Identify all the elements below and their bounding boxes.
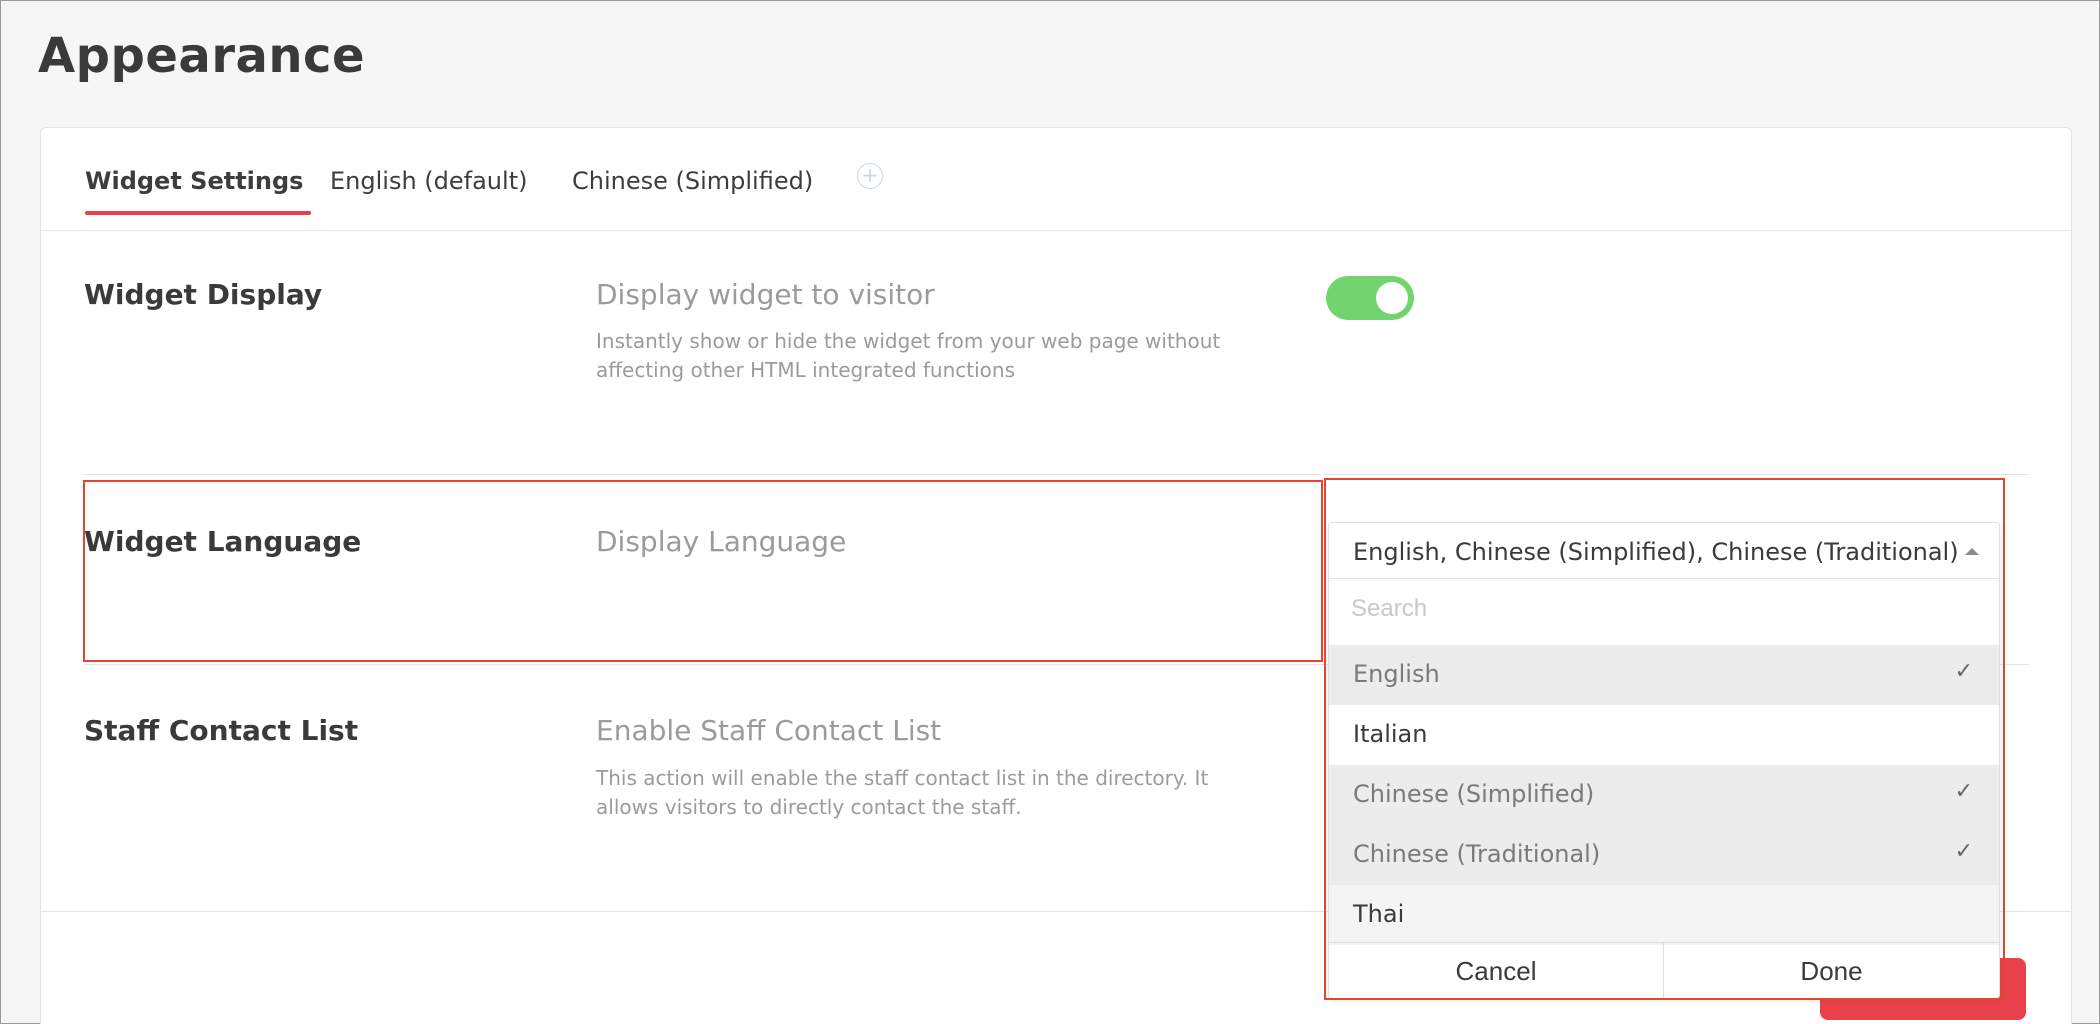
- tab-english-default[interactable]: English (default): [330, 167, 527, 195]
- tab-bar: Widget Settings English (default) Chines…: [41, 128, 2071, 231]
- tab-chinese-simplified[interactable]: Chinese (Simplified): [572, 167, 813, 195]
- widget-display-toggle[interactable]: [1326, 276, 1414, 320]
- highlight-box-language-row: [83, 480, 1323, 662]
- staff-contact-list-label: Staff Contact List: [84, 714, 359, 747]
- staff-contact-list-description: This action will enable the staff contac…: [596, 766, 1209, 819]
- highlight-box-dropdown: [1324, 478, 2005, 1000]
- widget-display-title: Display widget to visitor: [596, 278, 935, 311]
- page-title: Appearance: [38, 28, 366, 84]
- divider: [84, 474, 2029, 475]
- staff-contact-list-title: Enable Staff Contact List: [596, 714, 942, 747]
- widget-display-description: Instantly show or hide the widget from y…: [596, 329, 1221, 382]
- toggle-knob: [1376, 282, 1408, 314]
- active-tab-indicator: [85, 211, 311, 215]
- tab-widget-settings[interactable]: Widget Settings: [85, 167, 303, 195]
- plus-circle-icon[interactable]: +: [857, 163, 883, 189]
- widget-display-label: Widget Display: [84, 278, 323, 311]
